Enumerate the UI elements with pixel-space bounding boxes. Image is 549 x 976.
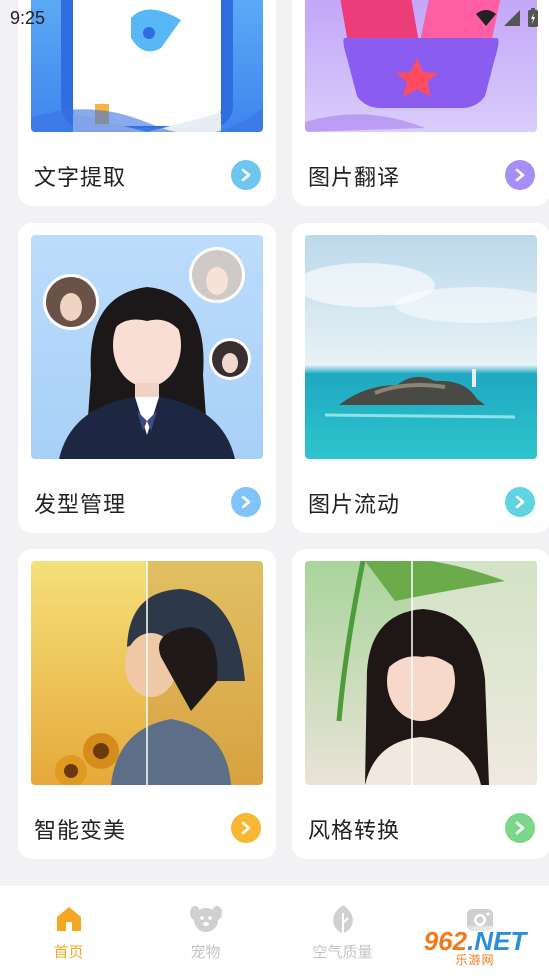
- arrow-right-icon[interactable]: [505, 487, 535, 517]
- home-icon: [53, 903, 85, 939]
- card-label: 文字提取: [34, 166, 127, 191]
- tab-label: 空气质量: [312, 943, 373, 961]
- tab-home[interactable]: 首页: [0, 885, 137, 976]
- arrow-right-icon[interactable]: [505, 160, 535, 190]
- arrow-right-icon[interactable]: [505, 813, 535, 843]
- signal-icon: [504, 10, 520, 26]
- tab-air-quality[interactable]: 空气质量: [274, 885, 411, 976]
- card-label: 智能变美: [34, 819, 127, 844]
- hairstyle-image: [31, 235, 263, 459]
- card-smart-beauty[interactable]: 智能变美: [18, 549, 276, 859]
- card-hairstyle[interactable]: 发型管理: [18, 223, 276, 533]
- arrow-right-icon[interactable]: [231, 160, 261, 190]
- battery-icon: [528, 8, 538, 27]
- card-style-transfer[interactable]: 风格转换: [292, 549, 549, 859]
- leaf-icon: [327, 903, 359, 939]
- watermark-number: 962.NET: [423, 926, 527, 956]
- watermark-subtitle: 乐游网: [455, 953, 495, 967]
- card-label: 风格转换: [308, 819, 401, 844]
- status-bar: 9:25: [0, 0, 549, 36]
- card-label: 发型管理: [34, 493, 127, 518]
- card-image-flow[interactable]: 图片流动: [292, 223, 549, 533]
- watermark-logo: 962.NET 乐游网: [407, 926, 543, 970]
- arrow-right-icon[interactable]: [231, 813, 261, 843]
- status-icons: [475, 8, 539, 28]
- status-time: 9:25: [10, 8, 46, 28]
- smart-beauty-image: [31, 561, 263, 785]
- tab-pet[interactable]: 宠物: [137, 885, 274, 976]
- arrow-right-icon[interactable]: [231, 487, 261, 517]
- pet-icon: [189, 903, 223, 939]
- wifi-icon: [476, 10, 496, 26]
- card-label: 图片翻译: [308, 166, 401, 191]
- tab-label: 宠物: [190, 943, 221, 961]
- card-label: 图片流动: [308, 493, 401, 518]
- tab-label: 首页: [53, 943, 84, 961]
- image-flow-image: [305, 235, 537, 459]
- style-transfer-image: [305, 561, 537, 785]
